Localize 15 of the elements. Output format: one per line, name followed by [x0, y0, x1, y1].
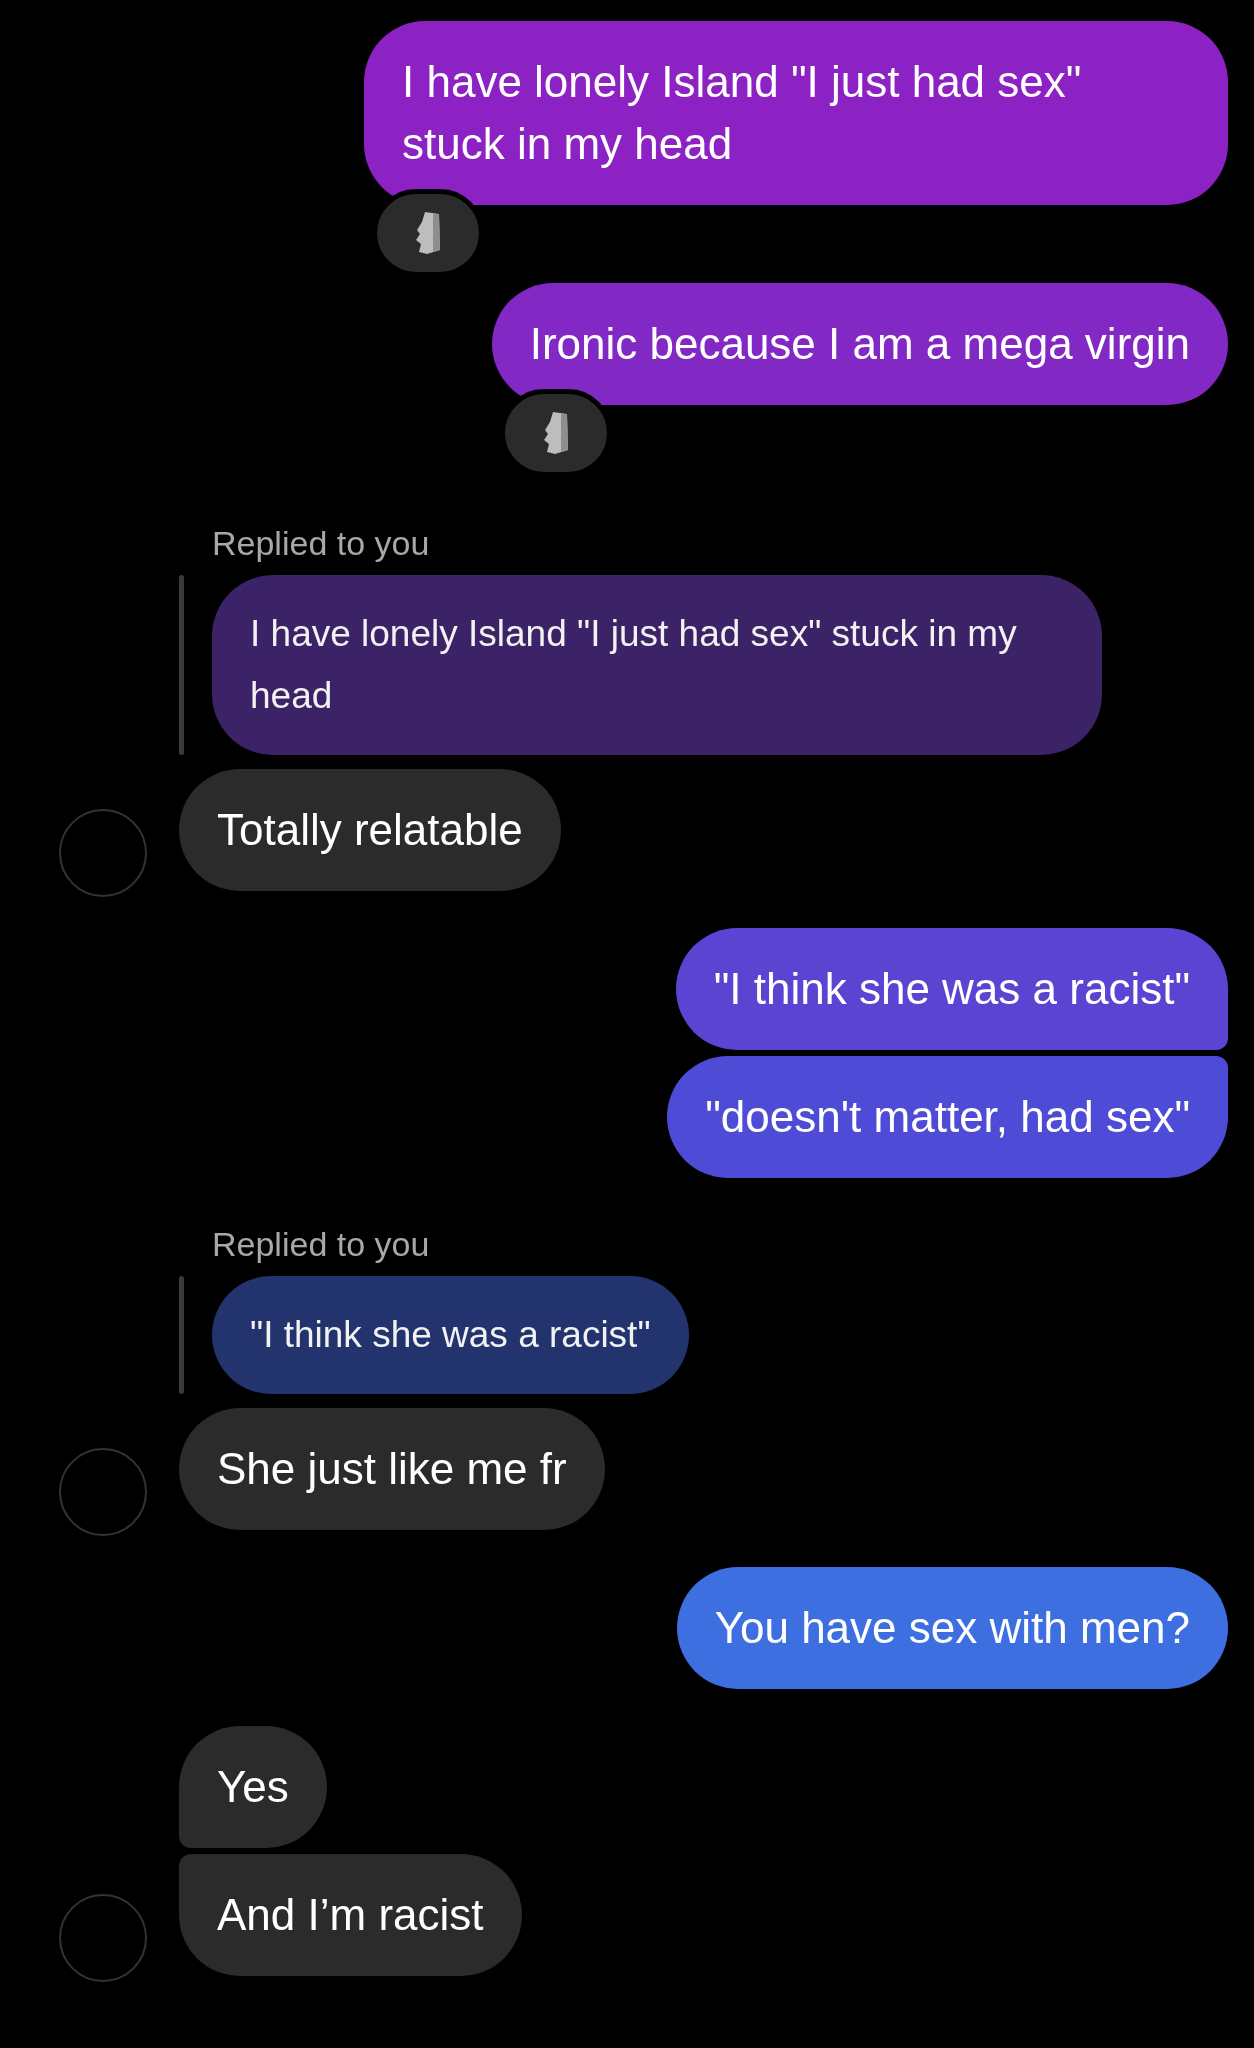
- stone-head-icon: [541, 410, 571, 456]
- sent-message: Ironic because I am a mega virgin: [491, 283, 1228, 405]
- reply-label: Replied to you: [212, 523, 431, 563]
- received-message: Yes: [179, 1726, 327, 1848]
- received-message: Totally relatable: [179, 769, 561, 891]
- sent-message: "I think she was a racist": [675, 928, 1228, 1050]
- reply-label: Replied to you: [212, 1224, 431, 1264]
- quoted-message: "I think she was a racist": [212, 1276, 689, 1394]
- sent-message: "doesn't matter, had sex": [667, 1056, 1228, 1178]
- quoted-message: I have lonely Island "I just had sex" stuck in my head: [212, 575, 1102, 755]
- sent-message: You have sex with men?: [676, 1567, 1228, 1689]
- stone-head-icon: [413, 210, 443, 256]
- received-message: And I’m racist: [179, 1854, 522, 1976]
- sent-message: I have lonely Island "I just had sex" stuck in my head: [364, 21, 1228, 205]
- received-message: She just like me fr: [179, 1408, 605, 1530]
